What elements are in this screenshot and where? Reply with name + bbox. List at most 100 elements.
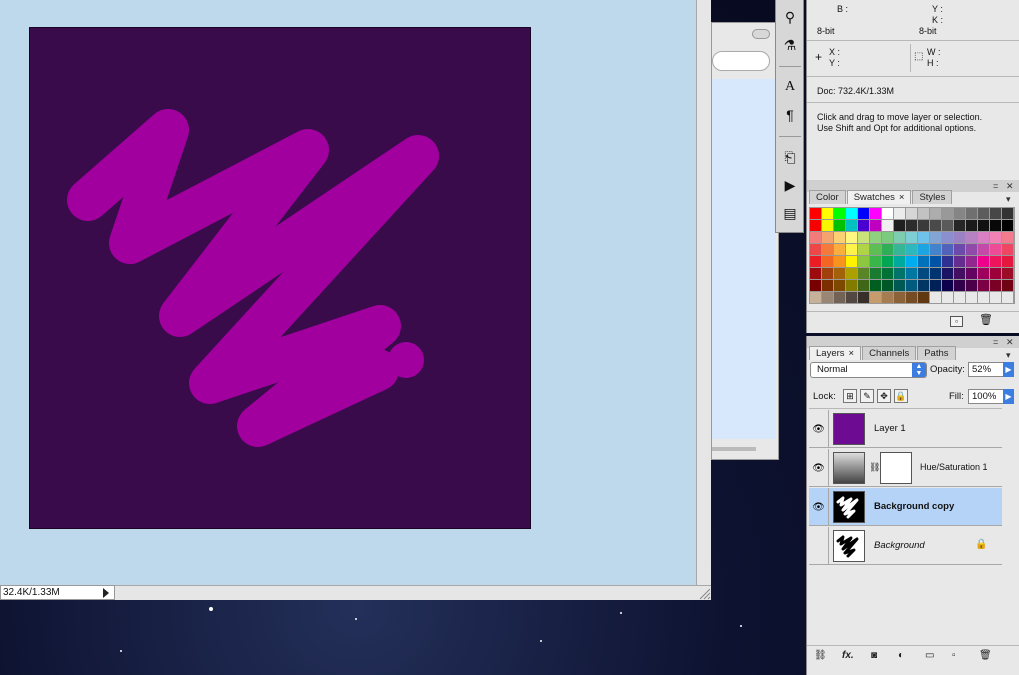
color-swatch[interactable]	[870, 256, 881, 267]
color-swatch[interactable]	[966, 232, 977, 243]
color-swatch[interactable]	[978, 220, 989, 231]
collapse-icon[interactable]: =	[993, 337, 998, 347]
color-swatch[interactable]	[870, 244, 881, 255]
color-swatch[interactable]	[978, 244, 989, 255]
tab-swatches[interactable]: Swatches ×	[846, 190, 912, 204]
color-swatch[interactable]	[882, 244, 893, 255]
stamp-tool-icon[interactable]: ⚲	[779, 6, 801, 28]
visibility-toggle[interactable]: 👁	[809, 449, 829, 487]
mask-icon[interactable]: ◙	[871, 650, 877, 661]
artwork-canvas[interactable]	[29, 27, 531, 529]
color-swatch[interactable]	[1002, 256, 1013, 267]
adjustment-icon[interactable]: ◐	[898, 650, 904, 661]
scrollbar[interactable]	[712, 447, 756, 451]
panel-menu-icon[interactable]: ▾	[1006, 350, 1011, 361]
color-swatch[interactable]	[894, 256, 905, 267]
color-swatch[interactable]	[894, 292, 905, 303]
color-swatch[interactable]	[822, 244, 833, 255]
fx-icon[interactable]: fx.	[842, 650, 854, 661]
color-swatch[interactable]	[954, 256, 965, 267]
opacity-slider-arrow-icon[interactable]: ▶	[1003, 362, 1014, 377]
tab-channels[interactable]: Channels	[862, 346, 917, 360]
background-window[interactable]	[711, 22, 779, 460]
color-swatch[interactable]	[870, 208, 881, 219]
color-swatch[interactable]	[870, 220, 881, 231]
color-swatch[interactable]	[858, 256, 869, 267]
color-swatch[interactable]	[882, 256, 893, 267]
color-swatch[interactable]	[954, 208, 965, 219]
color-swatch[interactable]	[942, 244, 953, 255]
color-swatch[interactable]	[822, 232, 833, 243]
color-swatch[interactable]	[858, 244, 869, 255]
color-swatch[interactable]	[894, 220, 905, 231]
color-swatch[interactable]	[954, 268, 965, 279]
color-swatch[interactable]	[906, 232, 917, 243]
color-swatch[interactable]	[870, 292, 881, 303]
color-swatch[interactable]	[990, 208, 1001, 219]
color-swatch[interactable]	[906, 292, 917, 303]
color-swatch[interactable]	[858, 208, 869, 219]
color-swatch[interactable]	[966, 280, 977, 291]
opacity-field[interactable]: 52%	[968, 362, 1004, 377]
vertical-scrollbar[interactable]	[696, 0, 711, 585]
layer-row-hue-saturation[interactable]: 👁 ⛓ Hue/Saturation 1	[809, 449, 1002, 487]
tab-close-icon[interactable]: ×	[899, 192, 905, 203]
color-swatch[interactable]	[834, 244, 845, 255]
color-swatch[interactable]	[930, 280, 941, 291]
character-icon[interactable]: A	[779, 76, 801, 98]
fill-field[interactable]: 100%	[968, 389, 1004, 404]
color-swatch[interactable]	[834, 256, 845, 267]
color-swatch[interactable]	[858, 232, 869, 243]
color-swatch[interactable]	[942, 268, 953, 279]
color-swatch[interactable]	[870, 280, 881, 291]
color-swatch[interactable]	[1002, 280, 1013, 291]
tab-color[interactable]: Color	[809, 190, 846, 204]
actions-play-icon[interactable]: ▶	[779, 174, 801, 196]
color-swatch[interactable]	[834, 220, 845, 231]
color-swatch[interactable]	[906, 268, 917, 279]
color-swatch[interactable]	[870, 232, 881, 243]
lock-position-icon[interactable]: ✥	[877, 389, 891, 403]
color-swatch[interactable]	[966, 208, 977, 219]
color-swatch[interactable]	[810, 232, 821, 243]
color-swatch[interactable]	[930, 256, 941, 267]
color-swatch[interactable]	[978, 268, 989, 279]
color-swatch[interactable]	[966, 220, 977, 231]
color-swatch[interactable]	[894, 244, 905, 255]
color-swatch[interactable]	[846, 268, 857, 279]
color-swatch[interactable]	[834, 292, 845, 303]
color-swatch[interactable]	[990, 220, 1001, 231]
color-swatch[interactable]	[990, 232, 1001, 243]
color-swatch[interactable]	[1002, 268, 1013, 279]
color-swatch[interactable]	[858, 292, 869, 303]
color-swatch[interactable]	[882, 280, 893, 291]
color-swatch[interactable]	[942, 232, 953, 243]
color-swatch[interactable]	[930, 208, 941, 219]
color-swatch[interactable]	[906, 220, 917, 231]
color-swatch[interactable]	[906, 280, 917, 291]
tab-paths[interactable]: Paths	[917, 346, 956, 360]
color-swatch[interactable]	[978, 208, 989, 219]
color-swatch[interactable]	[822, 208, 833, 219]
color-swatch[interactable]	[834, 232, 845, 243]
color-swatch[interactable]	[966, 268, 977, 279]
visibility-toggle[interactable]: 👁	[809, 488, 829, 526]
lock-image-icon[interactable]: ✎	[860, 389, 874, 403]
color-swatch[interactable]	[822, 220, 833, 231]
color-swatch[interactable]	[870, 268, 881, 279]
color-swatch[interactable]	[882, 208, 893, 219]
tab-close-icon[interactable]: ×	[849, 348, 855, 359]
lock-transparent-icon[interactable]: ⊞	[843, 389, 857, 403]
color-swatch[interactable]	[846, 208, 857, 219]
color-swatch[interactable]	[918, 220, 929, 231]
color-swatch[interactable]	[894, 280, 905, 291]
folder-icon[interactable]: ▭	[925, 650, 934, 661]
layer-row-background-copy[interactable]: 👁 Background copy	[809, 488, 1002, 526]
color-swatch[interactable]	[894, 268, 905, 279]
color-swatch[interactable]	[846, 244, 857, 255]
link-icon[interactable]: ⛓	[869, 462, 880, 473]
paragraph-icon[interactable]: ¶	[779, 104, 801, 126]
color-swatch[interactable]	[930, 220, 941, 231]
color-swatch[interactable]	[978, 232, 989, 243]
color-swatch[interactable]	[894, 208, 905, 219]
